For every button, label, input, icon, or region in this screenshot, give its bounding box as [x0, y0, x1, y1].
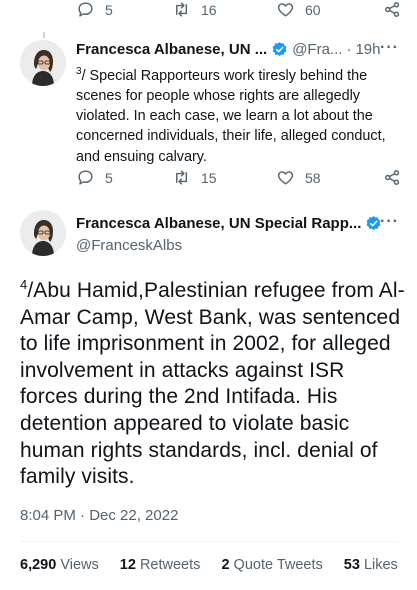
likes-stat[interactable]: 53 Likes [344, 557, 398, 573]
views-label: Views [60, 557, 99, 573]
views-stat: 6,290 Views [20, 557, 99, 573]
reply-icon [78, 2, 93, 17]
retweet-icon [176, 2, 187, 17]
thread-line-reply [43, 32, 45, 38]
like-button[interactable]: 58 [276, 168, 321, 187]
verified-badge-icon [272, 41, 287, 56]
retweet-button[interactable]: 16 [172, 0, 217, 19]
share-button[interactable] [383, 168, 402, 187]
quote-tweets-stat[interactable]: 2 Quote Tweets [221, 557, 322, 573]
likes-count: 53 [343, 557, 360, 573]
main-author-avatar[interactable] [20, 210, 66, 256]
reply-author-avatar[interactable] [20, 40, 66, 86]
reply-count: 5 [105, 169, 113, 186]
reply-button[interactable]: 5 [76, 168, 113, 187]
like-icon [277, 3, 294, 17]
previous-tweet-actions: 5 16 60 [0, 0, 417, 22]
like-button[interactable]: 60 [276, 0, 321, 19]
main-author-handle[interactable]: @FranceskAlbs [76, 237, 182, 254]
main-author-name[interactable]: Francesca Albanese, UN Special Rapp... [76, 215, 361, 232]
reply-icon [78, 170, 93, 185]
reply-tweet-header: Francesca Albanese, UN ... @Fra... · 19h… [76, 39, 399, 59]
main-tweet-text: 4/Abu Hamid,Palestinian refugee from Al-… [20, 272, 405, 491]
like-count: 58 [305, 169, 321, 186]
retweet-count: 15 [201, 169, 217, 186]
tweet-timestamp[interactable]: 8:04 PM · Dec 22, 2022 [20, 507, 178, 524]
more-options-icon[interactable]: ··· [380, 213, 399, 231]
more-options-icon[interactable]: ··· [380, 39, 399, 57]
share-icon [385, 170, 400, 185]
retweet-icon [176, 170, 187, 185]
views-count: 6,290 [20, 557, 57, 573]
main-body: /Abu Hamid,Palestinian refugee from Al-A… [20, 279, 405, 489]
reply-time-ago[interactable]: 19h [355, 41, 380, 58]
retweets-stat[interactable]: 12 Retweets [120, 557, 201, 573]
retweets-label: Retweets [139, 557, 201, 573]
divider [20, 541, 399, 542]
reply-button[interactable]: 5 [76, 0, 113, 19]
main-tweet-header: Francesca Albanese, UN Special Rapp... ·… [76, 213, 399, 233]
quotes-label: Quote Tweets [233, 557, 323, 573]
reply-body: / Special Rapporteurs work tiresly behin… [76, 67, 386, 165]
share-button[interactable] [383, 0, 402, 19]
reply-author-name[interactable]: Francesca Albanese, UN ... [76, 41, 267, 58]
share-icon [385, 2, 400, 17]
tweet-stats: 6,290 Views 12 Retweets 2 Quote Tweets 5… [20, 557, 415, 573]
separator-dot: · [346, 40, 352, 58]
like-count: 60 [305, 1, 321, 18]
likes-label: Likes [363, 557, 398, 573]
reply-tweet-actions: 5 15 58 [0, 168, 417, 190]
reply-author-handle[interactable]: @Fra... [292, 41, 342, 58]
retweet-count: 16 [201, 1, 217, 18]
reply-count: 5 [105, 1, 113, 18]
quotes-count: 2 [221, 557, 230, 573]
retweets-count: 12 [119, 557, 136, 573]
reply-tweet-text: 3/ Special Rapporteurs work tiresly behi… [76, 62, 402, 167]
main-handle-row: @FranceskAlbs [76, 235, 399, 255]
retweet-button[interactable]: 15 [172, 168, 217, 187]
like-icon [277, 171, 294, 185]
